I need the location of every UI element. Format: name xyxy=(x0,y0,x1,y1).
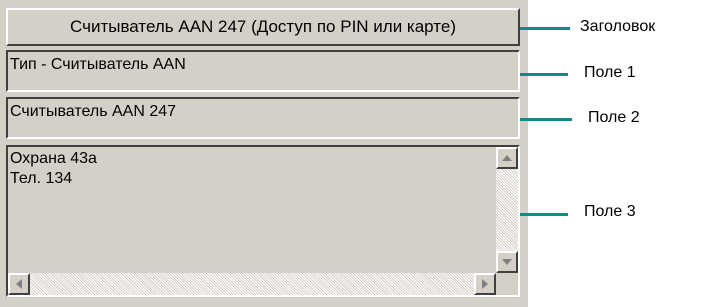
arrow-right-icon xyxy=(482,279,488,289)
scroll-right-button[interactable] xyxy=(474,273,496,295)
header-text: Считыватель AAN 247 (Доступ по PIN или к… xyxy=(70,17,456,36)
scrollbar-corner xyxy=(496,273,518,295)
arrow-up-icon xyxy=(502,155,512,161)
header-callout-label: Заголовок xyxy=(580,18,656,35)
field-1-callout-line xyxy=(520,73,568,76)
arrow-left-icon xyxy=(16,279,22,289)
horizontal-scrollbar[interactable] xyxy=(8,273,496,295)
memo-line: Охрана 43а xyxy=(10,150,97,167)
field-2: Считыватель AAN 247 xyxy=(6,97,520,139)
arrow-down-icon xyxy=(502,259,512,265)
memo-text: Охрана 43а Тел. 134 xyxy=(10,149,97,189)
field-1-text: Тип - Считыватель AAN xyxy=(10,56,186,73)
field-2-text: Считыватель AAN 247 xyxy=(10,103,177,120)
field-3-callout-label: Поле 3 xyxy=(584,203,636,220)
scroll-left-button[interactable] xyxy=(8,273,30,295)
field-2-callout-label: Поле 2 xyxy=(588,109,640,126)
memo-line: Тел. 134 xyxy=(10,170,73,187)
field-1-callout-label: Поле 1 xyxy=(584,64,636,81)
header-callout-line xyxy=(520,27,570,30)
scroll-up-button[interactable] xyxy=(496,147,518,169)
field-3-callout-line xyxy=(520,213,568,216)
vertical-scrollbar[interactable] xyxy=(496,147,518,273)
field-3-memo[interactable]: Охрана 43а Тел. 134 xyxy=(6,145,520,297)
field-1: Тип - Считыватель AAN xyxy=(6,50,520,92)
reader-panel: Считыватель AAN 247 (Доступ по PIN или к… xyxy=(0,0,528,307)
scroll-down-button[interactable] xyxy=(496,251,518,273)
field-2-callout-line xyxy=(520,118,572,121)
header-bar: Считыватель AAN 247 (Доступ по PIN или к… xyxy=(6,8,520,46)
